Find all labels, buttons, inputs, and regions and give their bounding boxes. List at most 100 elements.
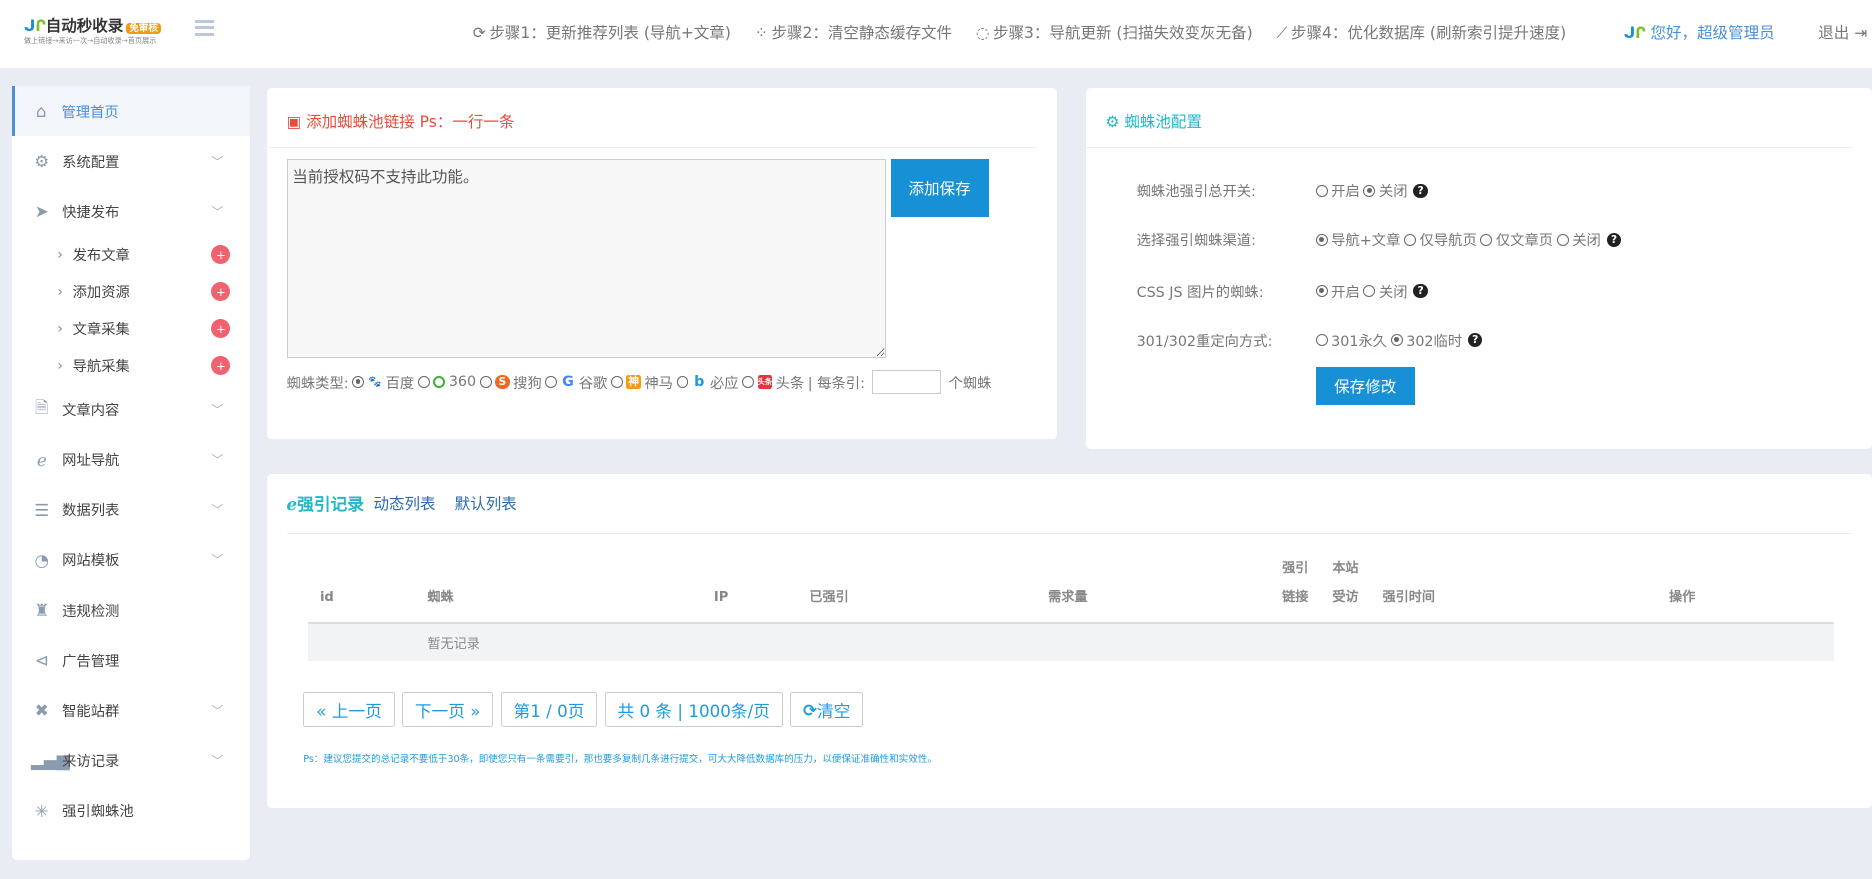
radio-option[interactable] bbox=[1363, 285, 1376, 298]
user-greeting[interactable]: ᒍՐ 您好，超级管理员 bbox=[1624, 21, 1775, 43]
radio-option[interactable] bbox=[1315, 334, 1328, 346]
config-row-redirect: 301/302重定向方式: 301永久 302临时? bbox=[1137, 330, 1483, 351]
clear-button[interactable]: ⟳ 清空 bbox=[790, 692, 864, 728]
sidebar-item-system-config[interactable]: ⚙ 系统配置 ﹀ bbox=[12, 136, 250, 186]
sidebar-subitem-nav-collect[interactable]: › 导航采集 + bbox=[12, 347, 250, 384]
sidebar-subitem-publish-article[interactable]: › 发布文章 + bbox=[12, 236, 250, 273]
records-header: ℯ强引记录 动态列表 默认列表 bbox=[286, 474, 1853, 534]
sidebar-item-visit-log[interactable]: ▂▄▆ 来访记录 ﹀ bbox=[12, 735, 250, 785]
help-icon[interactable]: ? bbox=[1413, 183, 1428, 198]
step-3-link[interactable]: ◌ 步骤3：导航更新 (扫描失效变灰无备) bbox=[976, 21, 1253, 43]
logout-button[interactable]: 退出 ⇥ bbox=[1818, 21, 1867, 43]
refresh-icon: ⟳ bbox=[802, 699, 817, 720]
radio-option[interactable] bbox=[1315, 233, 1328, 246]
chevron-down-icon: ﹀ bbox=[211, 753, 224, 768]
bing-icon: b bbox=[694, 373, 705, 390]
type-option-label: 神马 bbox=[644, 375, 673, 392]
add-save-button[interactable]: 添加保存 bbox=[890, 158, 989, 218]
radio-360[interactable] bbox=[417, 376, 430, 388]
radio-option[interactable] bbox=[1480, 233, 1493, 246]
radio-toutiao[interactable] bbox=[742, 376, 755, 388]
col-demand: 需求量 bbox=[1036, 555, 1271, 624]
radio-option[interactable] bbox=[1556, 233, 1569, 246]
share-icon: ⊲ bbox=[34, 650, 49, 671]
spider-type-selector: 蜘蛛类型: 🐾 百度 360 S 搜狗 G 谷歌 神神马 b 必应 头条 头条 | 每条引… bbox=[286, 370, 991, 394]
type-option-label: 搜狗 bbox=[513, 375, 542, 392]
chevron-down-icon: ﹀ bbox=[211, 703, 224, 718]
radio-option[interactable] bbox=[1404, 233, 1416, 246]
tab-dynamic-list[interactable]: 动态列表 bbox=[374, 492, 436, 514]
plus-icon[interactable]: + bbox=[211, 282, 231, 302]
baidu-icon: 🐾 bbox=[368, 374, 382, 388]
sidebar-subitem-article-collect[interactable]: › 文章采集 + bbox=[12, 310, 250, 347]
option-label: 关闭 bbox=[1378, 184, 1408, 201]
chevron-down-icon: ﹀ bbox=[211, 503, 224, 518]
sidebar-item-quick-publish[interactable]: ➤ 快捷发布 ﹀ bbox=[12, 186, 250, 236]
plus-icon[interactable]: + bbox=[211, 356, 231, 376]
list-icon: ☰ bbox=[34, 499, 50, 520]
sidebar-item-home[interactable]: ⌂ 管理首页 bbox=[11, 85, 250, 137]
circle-notch-icon: ◌ bbox=[975, 24, 990, 43]
links-textarea[interactable]: 当前授权码不支持此功能。 bbox=[286, 158, 886, 359]
sidebar-item-label: 强引蜘蛛池 bbox=[62, 804, 134, 821]
step-4-link[interactable]: ⟋ 步骤4：优化数据库 (刷新索引提升速度) bbox=[1277, 21, 1567, 43]
step-links: ⟳ 步骤1：更新推荐列表 (导航+文章) ⁘ 步骤2：清空静态缓存文件 ◌ 步骤3：导… bbox=[473, 21, 1566, 43]
radio-option[interactable] bbox=[1315, 184, 1328, 197]
col-forced-link: 强引 链接 bbox=[1270, 555, 1321, 624]
radio-option[interactable] bbox=[1363, 184, 1376, 197]
sidebar-item-spider-pool[interactable]: ✳ 强引蜘蛛池 bbox=[12, 786, 250, 836]
sidebar-item-label: 文章内容 bbox=[62, 402, 120, 419]
add-links-card: ▣ 添加蜘蛛池链接 Ps：一行一条 当前授权码不支持此功能。 添加保存 蜘蛛类型… bbox=[267, 88, 1057, 440]
sidebar-item-violation-check[interactable]: ♜ 违规检测 bbox=[12, 585, 250, 635]
help-icon[interactable]: ? bbox=[1413, 283, 1428, 299]
radio-option[interactable] bbox=[1390, 334, 1403, 346]
logo[interactable]: ᒍՐ自动秒收录 免审核 做上链接→来访一次→自动收录→首页展示 bbox=[24, 14, 167, 45]
sidebar-subitem-add-resource[interactable]: › 添加资源 + bbox=[12, 273, 250, 310]
sidebar-item-templates[interactable]: ◔ 网站模板 ﹀ bbox=[12, 535, 250, 585]
shenma-icon: 神 bbox=[626, 374, 641, 390]
note-text: Ps：建议您提交的总记录不要低于30条，即使您只有一条需要引，那也要多复制几条进… bbox=[303, 753, 937, 765]
config-row-static-spider: CSS JS 图片的蜘蛛: 开启 关闭? bbox=[1137, 281, 1428, 302]
sidebar-item-ads[interactable]: ⊲ 广告管理 bbox=[12, 635, 250, 685]
type-option-label: 头条 bbox=[775, 375, 805, 392]
tab-default-list[interactable]: 默认列表 bbox=[455, 492, 517, 514]
ie-icon: ℯ bbox=[286, 494, 298, 515]
subitem-label: 添加资源 bbox=[72, 285, 130, 302]
step-1-link[interactable]: ⟳ 步骤1：更新推荐列表 (导航+文章) bbox=[473, 21, 731, 43]
gear-icon: ⚙ bbox=[34, 151, 50, 172]
chevron-down-icon: ﹀ bbox=[211, 204, 224, 219]
sidebar-item-url-nav[interactable]: ℯ 网址导航 ﹀ bbox=[12, 435, 250, 485]
logout-label: 退出 bbox=[1818, 24, 1850, 43]
page-indicator: 第1 / 0页 bbox=[500, 692, 598, 728]
help-icon[interactable]: ? bbox=[1468, 332, 1483, 348]
menu-toggle-icon[interactable] bbox=[194, 20, 214, 36]
sidebar-item-data-list[interactable]: ☰ 数据列表 ﹀ bbox=[12, 485, 250, 535]
config-row-master-switch: 蜘蛛池强引总开关: 开启 关闭? bbox=[1137, 180, 1428, 201]
option-label: 关闭 bbox=[1572, 233, 1601, 250]
table-header: id 蜘蛛 IP 已强引 需求量 强引 链接 本站 受访 强引时间 操作 bbox=[308, 555, 1834, 624]
help-icon[interactable]: ? bbox=[1606, 232, 1622, 247]
chevron-down-icon: ﹀ bbox=[211, 553, 224, 568]
sidebar-item-site-group[interactable]: ✖ 智能站群 ﹀ bbox=[12, 685, 250, 735]
option-label: 仅导航页 bbox=[1419, 233, 1477, 250]
col-time: 强引时间 bbox=[1370, 555, 1658, 624]
plus-icon[interactable]: + bbox=[211, 319, 231, 339]
radio-baidu[interactable] bbox=[352, 376, 365, 388]
save-changes-button[interactable]: 保存修改 bbox=[1315, 366, 1415, 405]
type-label: 蜘蛛类型: bbox=[286, 375, 349, 392]
plus-icon[interactable]: + bbox=[211, 245, 231, 265]
step-2-link[interactable]: ⁘ 步骤2：清空静态缓存文件 bbox=[755, 21, 952, 43]
next-page-button[interactable]: 下一页 » bbox=[401, 692, 494, 728]
radio-google[interactable] bbox=[545, 376, 558, 388]
chevron-right-icon: › bbox=[57, 357, 64, 374]
radio-shenma[interactable] bbox=[610, 376, 623, 388]
col-forced: 已强引 bbox=[797, 555, 1037, 624]
radio-bing[interactable] bbox=[676, 376, 689, 388]
per-link-count-input[interactable] bbox=[872, 370, 942, 394]
radio-option[interactable] bbox=[1315, 285, 1328, 298]
prev-page-button[interactable]: « 上一页 bbox=[303, 692, 395, 728]
type-option-label: 必应 bbox=[709, 375, 739, 392]
radio-sogou[interactable] bbox=[479, 376, 492, 388]
sidebar-item-articles[interactable]: 🗎 文章内容 ﹀ bbox=[12, 384, 250, 434]
col-site-visits: 本站 受访 bbox=[1320, 555, 1371, 624]
